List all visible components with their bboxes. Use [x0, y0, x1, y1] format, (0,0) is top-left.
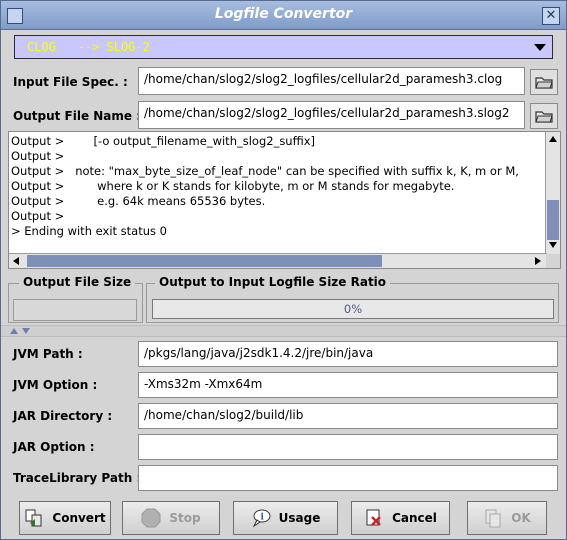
input-file-browse-button[interactable] — [530, 69, 558, 95]
vertical-scroll-thumb[interactable] — [547, 200, 559, 240]
trace-library-path-field[interactable] — [138, 465, 558, 491]
convert-icon — [25, 509, 42, 527]
scroll-right-icon[interactable] — [535, 257, 541, 265]
cancel-button-label: Cancel — [392, 511, 437, 525]
output-log-line: Output > note: "max_byte_size_of_leaf_no… — [11, 164, 519, 178]
output-log-line: Output > e.g. 64k means 65536 bytes. — [11, 194, 266, 208]
jar-option-label: JAR Option : — [13, 440, 95, 454]
input-file-field[interactable]: /home/chan/slog2/slog2_logfiles/cellular… — [138, 67, 525, 95]
convert-button[interactable]: Convert — [19, 501, 111, 535]
scroll-up-icon[interactable] — [549, 136, 557, 142]
input-file-label: Input File Spec. : — [13, 75, 128, 89]
stop-button-label: Stop — [169, 511, 201, 525]
output-file-size-value — [13, 299, 137, 321]
output-log-area[interactable]: Output > [-o output_filename_with_slog2_… — [8, 131, 561, 269]
scroll-down-icon[interactable] — [549, 242, 557, 248]
jvm-path-field[interactable]: /pkgs/lang/java/j2sdk1.4.2/jre/bin/java — [138, 341, 558, 367]
folder-icon — [535, 77, 553, 89]
horizontal-scrollbar[interactable] — [9, 253, 547, 268]
output-file-size-label: Output File Size — [19, 275, 136, 289]
vertical-scrollbar[interactable] — [545, 132, 560, 254]
size-ratio-group: Output to Input Logfile Size Ratio 0% — [146, 275, 559, 323]
scroll-left-icon[interactable] — [13, 257, 19, 265]
size-ratio-label: Output to Input Logfile Size Ratio — [155, 275, 391, 289]
converter-select-value: CLOG --> SLOG-2 — [27, 40, 150, 54]
usage-button[interactable]: i Usage — [233, 501, 338, 535]
output-file-field[interactable]: /home/chan/slog2/slog2_logfiles/cellular… — [138, 101, 525, 129]
horizontal-scroll-thumb[interactable] — [27, 255, 382, 267]
split-arrows-icon[interactable] — [9, 327, 31, 335]
trace-library-path-label: TraceLibrary Path : — [13, 471, 142, 485]
output-log-line: Output > where k or K stands for kilobyt… — [11, 179, 455, 193]
size-ratio-percent: 0% — [343, 302, 363, 316]
convert-button-label: Convert — [52, 511, 106, 525]
output-log-line: Output > — [11, 149, 65, 163]
jvm-option-field[interactable]: -Xms32m -Xmx64m — [138, 372, 558, 398]
cancel-button[interactable]: Cancel — [351, 501, 450, 535]
usage-icon: i — [252, 509, 271, 528]
svg-text:i: i — [260, 513, 264, 523]
scrollbar-corner — [546, 254, 560, 268]
converter-select[interactable]: CLOG --> SLOG-2 — [14, 35, 553, 59]
title-bar: Logfile Convertor ✕ — [1, 1, 566, 30]
usage-button-label: Usage — [278, 511, 321, 525]
logfile-convertor-window: Logfile Convertor ✕ CLOG --> SLOG-2 Inpu… — [0, 0, 567, 540]
jvm-path-label: JVM Path : — [13, 347, 83, 361]
jvm-option-label: JVM Option : — [13, 378, 98, 392]
stop-icon — [141, 508, 161, 528]
folder-icon — [535, 111, 553, 123]
jar-directory-label: JAR Directory : — [13, 409, 113, 423]
output-log-text: Output > [-o output_filename_with_slog2_… — [11, 134, 519, 239]
output-log-line: Output > — [11, 209, 65, 223]
split-pane-divider[interactable] — [1, 325, 566, 337]
close-icon[interactable]: ✕ — [542, 7, 560, 25]
output-log-line: Output > [-o output_filename_with_slog2_… — [11, 134, 316, 148]
size-ratio-progress: 0% — [152, 299, 554, 319]
ok-button[interactable]: OK — [467, 501, 547, 535]
stop-button[interactable]: Stop — [122, 501, 220, 535]
output-log-line: > Ending with exit status 0 — [11, 224, 167, 238]
output-file-size-group: Output File Size — [8, 275, 143, 323]
output-file-label: Output File Name : — [13, 109, 142, 123]
jar-option-field[interactable] — [138, 434, 558, 460]
window-title: Logfile Convertor — [214, 6, 353, 22]
ok-icon — [485, 509, 501, 528]
cancel-icon — [366, 509, 381, 526]
chevron-down-icon[interactable] — [534, 44, 546, 51]
jar-directory-field[interactable]: /home/chan/slog2/build/lib — [138, 403, 558, 429]
output-file-browse-button[interactable] — [530, 103, 558, 129]
ok-button-label: OK — [511, 511, 531, 525]
